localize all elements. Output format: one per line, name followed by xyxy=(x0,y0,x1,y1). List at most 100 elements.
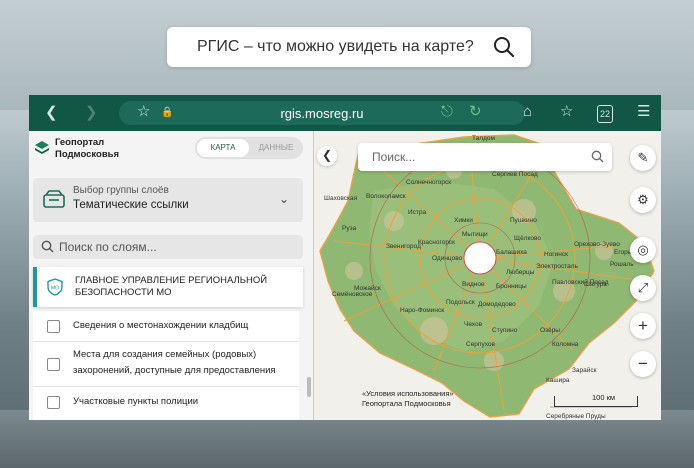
city-label: Серебряные Пруды xyxy=(546,413,606,420)
city-label: Сергиев Посад xyxy=(492,171,538,178)
layer-label-line-2: захоронений, доступные для предоставлени… xyxy=(73,365,276,376)
city-label: Чехов xyxy=(464,321,483,328)
city-label: Звенигород xyxy=(386,243,421,250)
url-text: rgis.mosreg.ru xyxy=(280,106,364,121)
city-label: Химки xyxy=(454,217,473,224)
city-label: Озёры xyxy=(540,327,560,334)
org-line-2: БЕЗОПАСНОСТИ МО xyxy=(75,287,172,298)
city-label: Балашиха xyxy=(496,249,527,256)
home-icon[interactable]: ⌂ xyxy=(523,104,532,120)
city-label: Солнечногорск xyxy=(406,179,452,186)
geoportal-logo-text: Геопортал Подмосковья xyxy=(55,137,119,161)
city-label: Одинцово xyxy=(432,255,463,262)
city-label: Павловский Посад xyxy=(552,279,609,286)
city-label: Бронницы xyxy=(496,283,527,290)
tab-map[interactable]: КАРТА xyxy=(197,139,249,157)
ruler-icon[interactable]: ✎ xyxy=(630,145,656,171)
group-label: Выбор группы слоёв xyxy=(73,185,169,196)
layer-item[interactable]: Сведения о местонахождении кладбищ xyxy=(33,311,299,342)
city-label: Электросталь xyxy=(536,263,578,270)
map-data-toggle[interactable]: КАРТА ДАННЫЕ xyxy=(195,137,303,159)
scrollbar[interactable] xyxy=(307,377,311,397)
group-value: Тематические ссылки xyxy=(73,199,189,211)
city-label: Зарайск xyxy=(572,367,597,374)
gear-icon[interactable]: ⚙ xyxy=(630,187,656,213)
city-label: Ступино xyxy=(492,327,518,334)
logo-line-1: Геопортал xyxy=(55,137,105,148)
city-label: Щёлково xyxy=(514,235,542,242)
moscow-region-map[interactable] xyxy=(314,131,661,420)
city-label: Истра xyxy=(408,209,427,216)
search-icon xyxy=(41,240,54,253)
search-icon[interactable] xyxy=(493,36,515,58)
locate-icon[interactable]: ◎ xyxy=(630,237,656,263)
city-label: Рузa xyxy=(342,225,357,232)
city-label: Серпухов xyxy=(466,341,495,348)
layer-checkbox[interactable] xyxy=(47,358,60,371)
city-label: Ногинск xyxy=(544,251,568,258)
city-label: Волоколамск xyxy=(366,193,406,200)
search-query-text: РГИС – что можно увидеть на карте? xyxy=(197,38,474,55)
logo-line-2: Подмосковья xyxy=(55,149,120,160)
terms-line-2: Геопортала Подмосковья xyxy=(362,399,451,408)
layer-label: Места для создания семейных (родовых) за… xyxy=(73,347,276,379)
forward-arrow-icon[interactable]: ❯ xyxy=(85,105,98,121)
city-label: Коломна xyxy=(552,341,579,348)
city-label: Шаховская xyxy=(324,195,358,202)
tablet-screen: ❮ ❯ ☆ 🔒 rgis.mosreg.ru ⎋ ↻ ⌂ ☆ 22 ☰ Геоп… xyxy=(29,95,661,420)
tabs-icon[interactable]: 22 xyxy=(597,105,614,123)
back-arrow-icon[interactable]: ❮ xyxy=(45,105,58,121)
city-label: Семёновское xyxy=(332,291,373,298)
organization-name: ГЛАВНОЕ УПРАВЛЕНИЕ РЕГИОНАЛЬНОЙ БЕЗОПАСН… xyxy=(75,275,267,299)
city-label: Талдом xyxy=(472,135,495,142)
address-bar[interactable]: ☆ 🔒 rgis.mosreg.ru ⎋ ↻ xyxy=(119,101,525,125)
layer-checkbox[interactable] xyxy=(47,396,60,409)
city-label: Домодедово xyxy=(478,301,516,308)
layer-checkbox[interactable] xyxy=(47,320,60,333)
menu-icon[interactable]: ☰ xyxy=(637,104,650,120)
layer-search-input[interactable]: Поиск по слоям... xyxy=(33,235,303,259)
shield-badge-text: МО xyxy=(51,286,59,292)
city-label: Кашира xyxy=(546,377,570,384)
tab-data[interactable]: ДАННЫЕ xyxy=(251,139,301,157)
layer-item[interactable]: Места для создания семейных (родовых) за… xyxy=(33,342,299,387)
city-label: Красногорск xyxy=(418,239,456,246)
city-label: Орехово-Зуево xyxy=(574,241,620,248)
shield-icon: МО xyxy=(47,278,63,296)
fullscreen-icon[interactable]: ⤢ xyxy=(630,275,656,301)
terms-of-use-link[interactable]: «Условия использования» Геопортала Подмо… xyxy=(362,389,454,409)
chevron-down-icon: ⌄ xyxy=(278,192,289,206)
city-label: Видное xyxy=(462,281,485,288)
organization-item[interactable]: МО ГЛАВНОЕ УПРАВЛЕНИЕ РЕГИОНАЛЬНОЙ БЕЗОП… xyxy=(33,267,303,307)
city-label: Подольск xyxy=(446,299,475,306)
scale-label: 100 км xyxy=(592,393,616,402)
layer-group-select[interactable]: Выбор группы слоёв Тематические ссылки ⌄ xyxy=(33,178,303,222)
city-label: Мытищи xyxy=(462,231,488,238)
map-canvas[interactable]: ТалдомДубнаКлинДмитровСергиев ПосадСолне… xyxy=(314,131,661,420)
layer-label: Сведения о местонахождении кладбищ xyxy=(73,320,249,331)
download-icon[interactable]: ⎋ xyxy=(441,104,453,120)
layer-item[interactable]: Участковые пункты полиции xyxy=(33,387,299,420)
favorites-icon[interactable]: ☆ xyxy=(560,104,573,120)
layer-label: Участковые пункты полиции xyxy=(73,396,199,407)
browser-toolbar: ❮ ❯ ☆ 🔒 rgis.mosreg.ru ⎋ ↻ ⌂ ☆ 22 ☰ xyxy=(29,95,661,131)
layer-label-line-1: Места для создания семейных (родовых) xyxy=(73,349,257,360)
city-label: Пушкино xyxy=(510,217,537,224)
geoportal-logo-icon xyxy=(35,141,49,154)
zoom-out-button[interactable]: − xyxy=(630,351,656,377)
search-icon xyxy=(591,150,604,163)
city-label: Рошаль xyxy=(610,261,634,268)
reload-icon[interactable]: ↻ xyxy=(469,104,482,120)
map-search-input[interactable]: Поиск... xyxy=(358,143,612,171)
map-search-placeholder: Поиск... xyxy=(372,150,416,164)
org-line-1: ГЛАВНОЕ УПРАВЛЕНИЕ РЕГИОНАЛЬНОЙ xyxy=(75,275,268,286)
collapse-panel-button[interactable]: ❮ xyxy=(317,146,337,166)
zoom-in-button[interactable]: + xyxy=(630,313,656,339)
question-search-bar[interactable]: РГИС – что можно увидеть на карте? xyxy=(167,27,531,67)
terms-line-1: «Условия использования» xyxy=(362,389,454,398)
city-label: Наро-Фоминск xyxy=(400,307,445,314)
city-label: Люберцы xyxy=(506,269,535,276)
layers-panel: Геопортал Подмосковья КАРТА ДАННЫЕ Выбор… xyxy=(29,131,314,420)
layer-search-placeholder: Поиск по слоям... xyxy=(59,240,157,254)
layers-folder-icon xyxy=(43,190,65,208)
